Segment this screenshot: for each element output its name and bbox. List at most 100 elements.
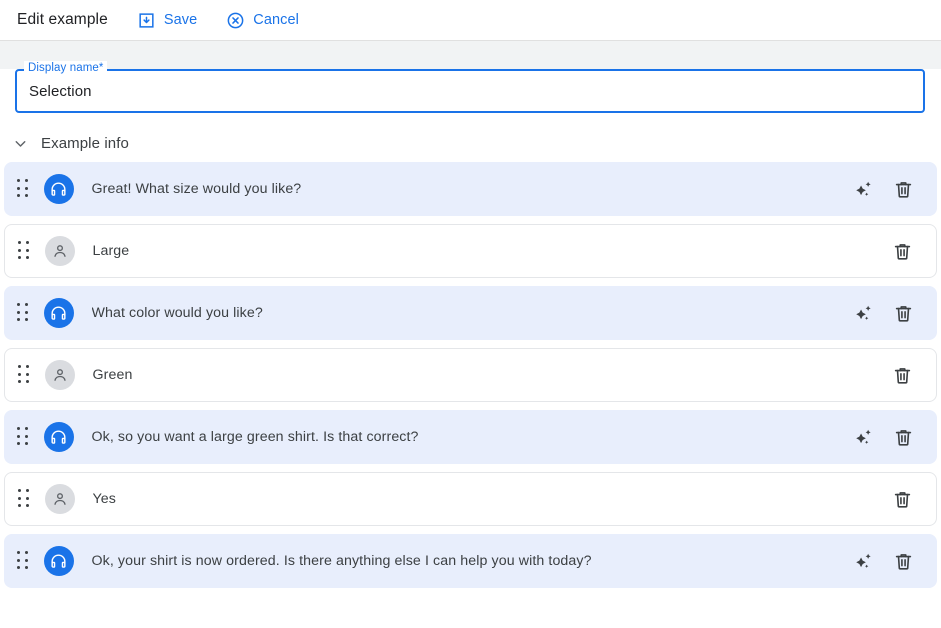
drag-dot	[17, 558, 21, 562]
drag-handle-icon[interactable]	[17, 551, 30, 571]
drag-dot	[24, 427, 28, 431]
headset-icon	[43, 298, 74, 328]
drag-dot	[24, 186, 28, 190]
row-actions	[842, 231, 922, 271]
drag-dot	[25, 365, 29, 369]
row-actions	[843, 169, 923, 209]
drag-dot	[17, 318, 21, 322]
drag-dot	[25, 248, 29, 252]
main-content: Display name* Example info Great! What s…	[0, 61, 941, 628]
display-name-input[interactable]	[15, 69, 925, 113]
message-row-user[interactable]: Yes	[4, 472, 937, 526]
drag-dot	[24, 442, 28, 446]
page-title: Edit example	[17, 11, 108, 28]
drag-dot	[24, 551, 28, 555]
drag-dot	[18, 256, 22, 260]
actions-spacer	[842, 479, 882, 519]
drag-dot	[17, 551, 21, 555]
drag-dot	[17, 566, 21, 570]
actions-spacer	[842, 355, 882, 395]
message-text[interactable]: Yes	[93, 491, 843, 507]
sparkle-icon[interactable]	[843, 417, 883, 457]
drag-dot	[18, 504, 22, 508]
drag-dot	[25, 241, 29, 245]
save-icon	[137, 11, 156, 30]
drag-dot	[18, 372, 22, 376]
row-actions	[842, 355, 922, 395]
drag-dot	[18, 365, 22, 369]
sparkle-icon[interactable]	[843, 541, 883, 581]
drag-dot	[17, 434, 21, 438]
drag-dot	[24, 194, 28, 198]
row-actions	[842, 479, 922, 519]
save-button-label: Save	[163, 12, 198, 28]
trash-icon[interactable]	[883, 293, 923, 333]
drag-handle-icon[interactable]	[18, 241, 31, 261]
row-actions	[843, 541, 923, 581]
drag-dot	[18, 248, 22, 252]
save-button[interactable]: Save	[137, 11, 197, 30]
message-text[interactable]: Great! What size would you like?	[92, 181, 844, 197]
row-actions	[843, 417, 923, 457]
drag-dot	[24, 566, 28, 570]
page-header: Edit example Save Cancel	[0, 0, 941, 41]
drag-dot	[25, 256, 29, 260]
message-row-user[interactable]: Large	[4, 224, 937, 278]
drag-dot	[18, 496, 22, 500]
drag-dot	[17, 427, 21, 431]
drag-handle-icon[interactable]	[17, 303, 30, 323]
message-row-agent[interactable]: What color would you like?	[4, 286, 937, 340]
message-row-user[interactable]: Green	[4, 348, 937, 402]
drag-dot	[24, 434, 28, 438]
headset-icon	[43, 422, 74, 452]
drag-dot	[24, 558, 28, 562]
message-text[interactable]: Ok, so you want a large green shirt. Is …	[92, 429, 844, 445]
trash-icon[interactable]	[883, 169, 923, 209]
message-text[interactable]: Green	[93, 367, 843, 383]
example-info-section-title: Example info	[41, 135, 129, 152]
person-icon	[44, 236, 75, 266]
drag-handle-icon[interactable]	[18, 365, 31, 385]
drag-dot	[17, 194, 21, 198]
trash-icon[interactable]	[883, 541, 923, 581]
trash-icon[interactable]	[882, 479, 922, 519]
cancel-circle-icon	[226, 11, 245, 30]
headset-icon	[43, 174, 74, 204]
drag-dot	[18, 380, 22, 384]
drag-dot	[18, 489, 22, 493]
actions-spacer	[842, 231, 882, 271]
drag-dot	[25, 372, 29, 376]
drag-dot	[17, 310, 21, 314]
message-text[interactable]: What color would you like?	[92, 305, 844, 321]
drag-dot	[17, 303, 21, 307]
cancel-button[interactable]: Cancel	[226, 11, 299, 30]
drag-dot	[24, 179, 28, 183]
display-name-field-wrapper: Display name*	[15, 61, 925, 113]
headset-icon	[43, 546, 74, 576]
message-text[interactable]: Large	[93, 243, 843, 259]
example-message-list: Great! What size would you like? Large Wha…	[0, 162, 941, 588]
drag-dot	[17, 442, 21, 446]
sparkle-icon[interactable]	[843, 169, 883, 209]
message-text[interactable]: Ok, your shirt is now ordered. Is there …	[92, 553, 844, 569]
message-row-agent[interactable]: Great! What size would you like?	[4, 162, 937, 216]
sparkle-icon[interactable]	[843, 293, 883, 333]
drag-handle-icon[interactable]	[18, 489, 31, 509]
drag-dot	[25, 380, 29, 384]
drag-dot	[25, 504, 29, 508]
drag-handle-icon[interactable]	[17, 427, 30, 447]
example-info-section-header[interactable]: Example info	[12, 135, 941, 152]
trash-icon[interactable]	[882, 355, 922, 395]
message-row-agent[interactable]: Ok, your shirt is now ordered. Is there …	[4, 534, 937, 588]
row-actions	[843, 293, 923, 333]
drag-handle-icon[interactable]	[17, 179, 30, 199]
drag-dot	[24, 318, 28, 322]
drag-dot	[25, 496, 29, 500]
trash-icon[interactable]	[882, 231, 922, 271]
drag-dot	[24, 303, 28, 307]
drag-dot	[17, 186, 21, 190]
trash-icon[interactable]	[883, 417, 923, 457]
message-row-agent[interactable]: Ok, so you want a large green shirt. Is …	[4, 410, 937, 464]
person-icon	[44, 360, 75, 390]
person-icon	[44, 484, 75, 514]
